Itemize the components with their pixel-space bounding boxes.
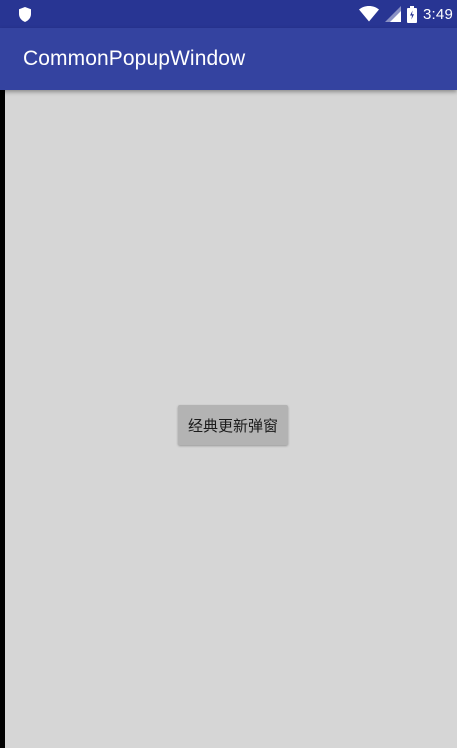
wifi-icon: [359, 6, 379, 22]
app-bar: CommonPopupWindow: [0, 28, 457, 90]
signal-icon: [385, 6, 401, 22]
battery-icon: [407, 5, 417, 23]
shield-icon: [18, 7, 32, 22]
app-screen: 3:49 CommonPopupWindow 经典更新弹窗: [0, 0, 457, 748]
status-icons: 3:49: [359, 0, 457, 28]
classic-update-popup-button[interactable]: 经典更新弹窗: [178, 405, 288, 445]
status-bar: 3:49: [0, 0, 457, 28]
device-frame: 3:49 CommonPopupWindow 经典更新弹窗: [0, 0, 457, 748]
app-title: CommonPopupWindow: [23, 47, 246, 70]
status-time: 3:49: [423, 5, 453, 23]
